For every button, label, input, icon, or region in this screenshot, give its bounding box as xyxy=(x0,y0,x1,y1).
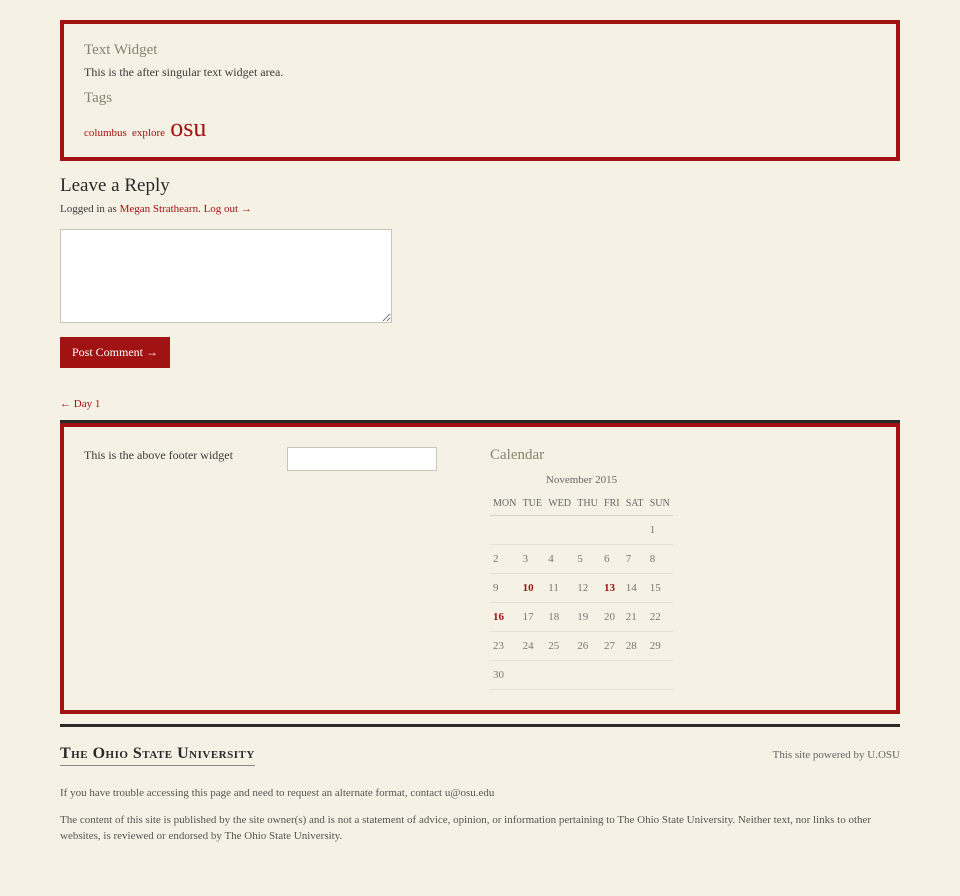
tag-link[interactable]: explore xyxy=(132,127,165,139)
powered-link[interactable]: U.OSU xyxy=(867,749,900,761)
calendar-week-row: 16171819202122 xyxy=(490,603,673,632)
calendar-day xyxy=(520,516,546,545)
calendar-day: 27 xyxy=(601,632,623,661)
search-input[interactable] xyxy=(287,447,437,471)
tag-cloud: columbus explore osu xyxy=(84,113,876,143)
logout-link[interactable]: Log out → xyxy=(204,203,252,215)
calendar-day xyxy=(601,516,623,545)
calendar-day[interactable]: 13 xyxy=(601,574,623,603)
footer-widget-label: This is the above footer widget xyxy=(84,448,233,463)
calendar-day xyxy=(623,516,647,545)
post-comment-button[interactable]: Post Comment → xyxy=(60,337,170,368)
access-prefix: If you have trouble accessing this page … xyxy=(60,787,445,799)
calendar-title: Calendar xyxy=(490,447,673,464)
disclaimer-text: The content of this site is published by… xyxy=(60,813,900,844)
calendar-day: 30 xyxy=(490,661,520,690)
tag-link[interactable]: osu xyxy=(170,113,206,142)
calendar-day: 23 xyxy=(490,632,520,661)
calendar-week-row: 1 xyxy=(490,516,673,545)
calendar-day xyxy=(601,661,623,690)
logged-in-line: Logged in as Megan Strathearn. Log out → xyxy=(60,203,900,215)
calendar-caption: November 2015 xyxy=(490,474,673,492)
calendar-day: 21 xyxy=(623,603,647,632)
calendar-dow: MON xyxy=(490,492,520,516)
calendar-day: 14 xyxy=(623,574,647,603)
calendar-dow: WED xyxy=(545,492,574,516)
calendar-dow: SAT xyxy=(623,492,647,516)
calendar-day: 26 xyxy=(574,632,601,661)
calendar-dow-row: MONTUEWEDTHUFRISATSUN xyxy=(490,492,673,516)
calendar-day: 8 xyxy=(647,545,673,574)
calendar-day: 7 xyxy=(623,545,647,574)
calendar-table: November 2015 MONTUEWEDTHUFRISATSUN 1234… xyxy=(490,474,673,690)
calendar-day: 24 xyxy=(520,632,546,661)
calendar-day: 11 xyxy=(545,574,574,603)
calendar-day: 5 xyxy=(574,545,601,574)
calendar-day: 9 xyxy=(490,574,520,603)
calendar-day[interactable]: 10 xyxy=(520,574,546,603)
calendar-day: 17 xyxy=(520,603,546,632)
calendar-week-row: 9101112131415 xyxy=(490,574,673,603)
calendar-day: 6 xyxy=(601,545,623,574)
powered-by: This site powered by U.OSU xyxy=(773,749,900,761)
text-widget-title: Text Widget xyxy=(84,42,876,59)
calendar-day xyxy=(647,661,673,690)
calendar-day: 3 xyxy=(520,545,546,574)
calendar-dow: SUN xyxy=(647,492,673,516)
leave-reply-heading: Leave a Reply xyxy=(60,175,900,197)
tags-title: Tags xyxy=(84,90,876,107)
calendar-dow: TUE xyxy=(520,492,546,516)
calendar-day: 12 xyxy=(574,574,601,603)
post-nav-prev: ← Day 1 xyxy=(60,398,900,410)
calendar-day: 18 xyxy=(545,603,574,632)
calendar-day: 2 xyxy=(490,545,520,574)
logged-in-user-link[interactable]: Megan Strathearn xyxy=(120,203,199,215)
comment-textarea[interactable] xyxy=(60,229,392,323)
calendar-day: 19 xyxy=(574,603,601,632)
tag-link[interactable]: columbus xyxy=(84,127,127,139)
calendar-dow: FRI xyxy=(601,492,623,516)
footer-widget-col-4 xyxy=(693,447,876,690)
calendar-day xyxy=(490,516,520,545)
prev-arrow: ← xyxy=(60,398,74,410)
calendar-day[interactable]: 16 xyxy=(490,603,520,632)
calendar-day xyxy=(574,516,601,545)
calendar-day: 25 xyxy=(545,632,574,661)
site-footer: The Ohio State University This site powe… xyxy=(60,724,900,844)
calendar-week-row: 2345678 xyxy=(490,545,673,574)
calendar-day: 20 xyxy=(601,603,623,632)
calendar-day: 1 xyxy=(647,516,673,545)
footer-widget-col-1: This is the above footer widget xyxy=(84,447,267,690)
powered-prefix: This site powered by xyxy=(773,749,868,761)
accessibility-notice: If you have trouble accessing this page … xyxy=(60,786,900,801)
calendar-day xyxy=(545,516,574,545)
after-singular-widget-area: Text Widget This is the after singular t… xyxy=(60,20,900,161)
calendar-day xyxy=(623,661,647,690)
footer-widget-col-2 xyxy=(287,447,470,690)
prev-post-link[interactable]: Day 1 xyxy=(74,398,101,410)
university-name: The Ohio State University xyxy=(60,745,255,766)
text-widget-body: This is the after singular text widget a… xyxy=(84,65,876,80)
calendar-day xyxy=(520,661,546,690)
calendar-day: 29 xyxy=(647,632,673,661)
calendar-day: 28 xyxy=(623,632,647,661)
above-footer-widget-area: This is the above footer widget Calendar… xyxy=(60,423,900,714)
calendar-week-row: 30 xyxy=(490,661,673,690)
access-email-link[interactable]: u@osu.edu xyxy=(445,787,495,799)
calendar-day: 22 xyxy=(647,603,673,632)
footer-widget-col-3: Calendar November 2015 MONTUEWEDTHUFRISA… xyxy=(490,447,673,690)
calendar-day xyxy=(574,661,601,690)
calendar-dow: THU xyxy=(574,492,601,516)
logged-in-prefix: Logged in as xyxy=(60,203,120,215)
calendar-day: 4 xyxy=(545,545,574,574)
calendar-week-row: 23242526272829 xyxy=(490,632,673,661)
calendar-day: 15 xyxy=(647,574,673,603)
calendar-day xyxy=(545,661,574,690)
